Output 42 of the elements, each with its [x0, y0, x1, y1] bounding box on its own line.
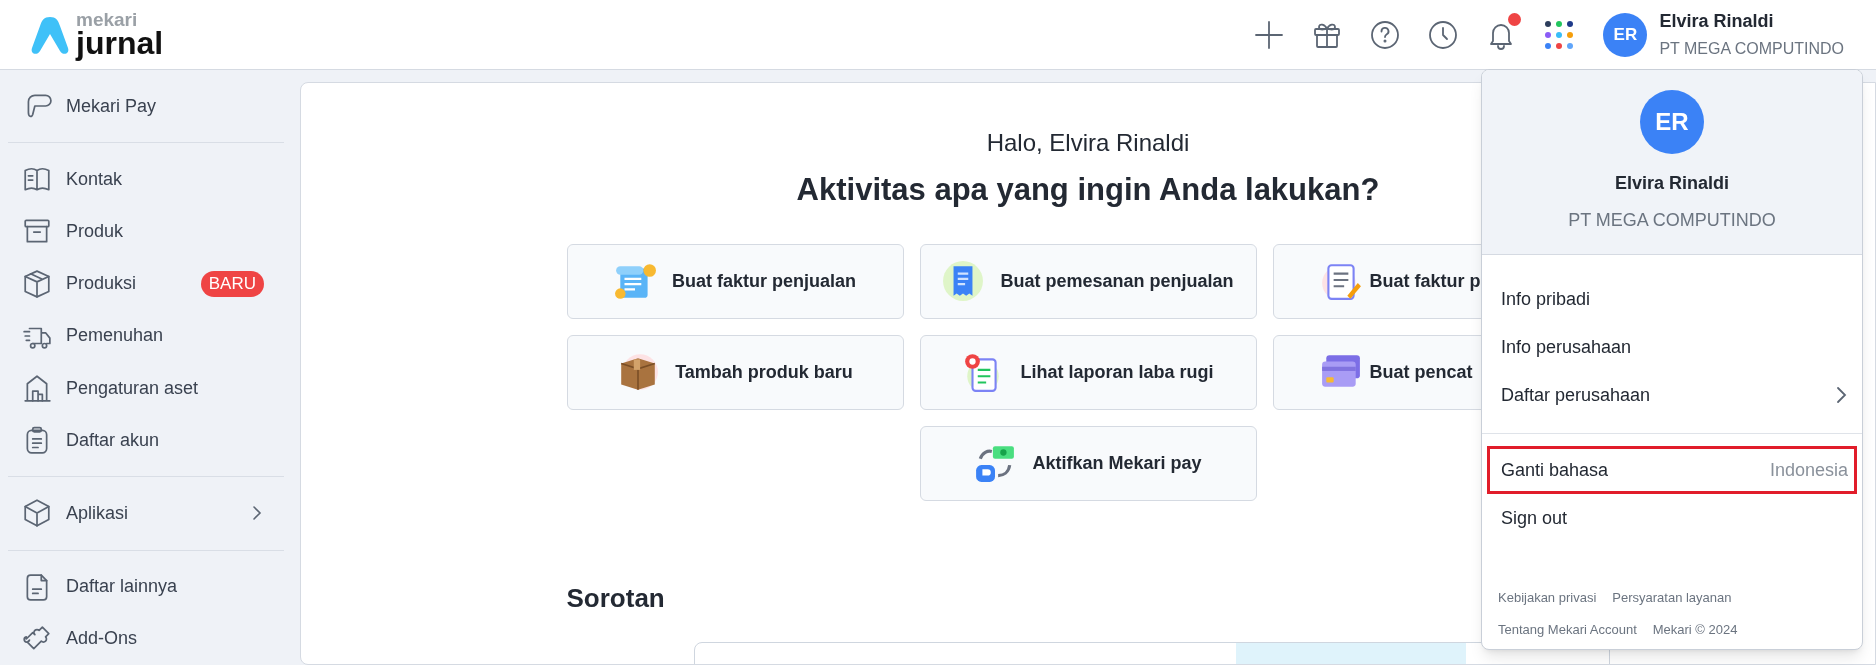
sidebar-item[interactable]: Produksi BARU: [8, 257, 284, 310]
action-card[interactable]: Lihat laporan laba rugi: [919, 334, 1257, 410]
action-card[interactable]: Tambah produk baru: [566, 334, 904, 410]
package-icon: [22, 268, 52, 299]
clock-icon[interactable]: [1427, 18, 1460, 51]
page-title: Aktivitas apa yang ingin Anda lakukan?: [796, 171, 1380, 209]
section-title: Sorotan: [566, 582, 665, 613]
logo-brand: mekari: [76, 10, 139, 29]
footer-link[interactable]: Tentang Mekari Account: [1498, 619, 1637, 639]
sidebar-item[interactable]: Mekari Pay: [8, 80, 284, 133]
new-badge: BARU: [200, 270, 264, 297]
action-card[interactable]: Aktifkan Mekari pay: [919, 425, 1257, 501]
footer-link[interactable]: Mekari © 2024: [1652, 619, 1738, 639]
user-name: Elvira Rinaldi: [1614, 172, 1729, 195]
company-name: PT MEGA COMPUTINDO: [1568, 209, 1776, 232]
action-card[interactable]: Buat pemesanan penjualan: [919, 243, 1257, 319]
cube-icon: [22, 498, 52, 529]
greeting: Halo, Elvira Rinaldi: [986, 128, 1190, 158]
sidebar-item[interactable]: Kontak: [8, 153, 284, 206]
building-icon: [22, 373, 52, 404]
sidebar-item[interactable]: Produk: [8, 205, 284, 258]
footer-link[interactable]: Persyaratan layanan: [1612, 588, 1732, 608]
apps-icon[interactable]: [1543, 18, 1576, 51]
sidebar-item[interactable]: Pemenuhan: [8, 309, 284, 362]
menu-item[interactable]: Sign out: [1487, 494, 1857, 542]
logo-product: jurnal: [76, 27, 164, 59]
sidebar-item[interactable]: Daftar akun: [8, 414, 284, 467]
user-name: Elvira Rinaldi: [1659, 10, 1775, 33]
sidebar-item[interactable]: Add-Ons: [8, 612, 284, 665]
action-card[interactable]: Buat faktur penjualan: [566, 243, 904, 319]
help-icon[interactable]: [1369, 18, 1402, 51]
sidebar-item[interactable]: Daftar lainnya: [8, 560, 284, 613]
company-name: PT MEGA COMPUTINDO: [1659, 39, 1844, 59]
plus-icon[interactable]: [1253, 18, 1286, 51]
sidebar-item[interactable]: Pengaturan aset: [8, 362, 284, 415]
language-value: Indonesia: [1769, 458, 1848, 482]
footer-link[interactable]: Kebijakan privasi: [1498, 588, 1597, 608]
receipt-icon: [942, 260, 985, 302]
sidebar-item[interactable]: Aplikasi: [8, 487, 284, 540]
menu-item[interactable]: Ganti bahasa Indonesia: [1487, 446, 1857, 494]
user-avatar: ER: [1640, 90, 1704, 154]
user-avatar[interactable]: ER: [1603, 12, 1648, 57]
